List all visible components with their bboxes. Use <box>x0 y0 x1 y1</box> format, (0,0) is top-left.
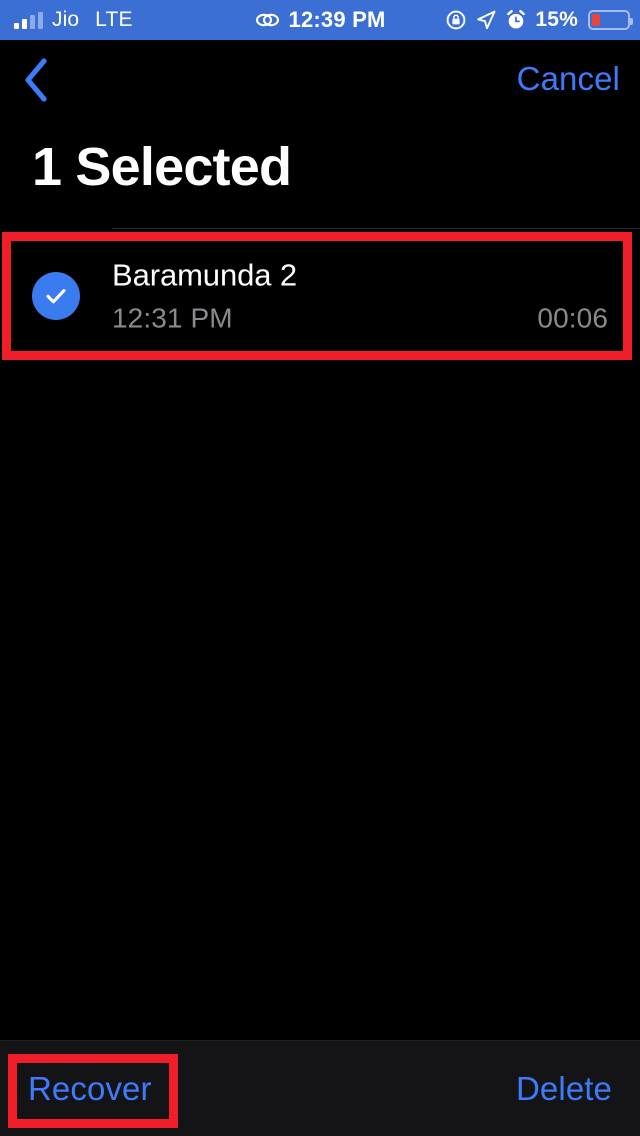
cancel-button[interactable]: Cancel <box>517 60 620 98</box>
memo-list: Baramunda 2 12:31 PM 00:06 <box>0 228 640 1040</box>
recover-button[interactable]: Recover <box>28 1070 152 1108</box>
location-arrow-icon <box>475 9 497 31</box>
battery-icon <box>588 10 633 30</box>
carrier-label: Jio <box>52 8 80 31</box>
bottom-toolbar: Recover Delete <box>0 1040 640 1136</box>
list-item[interactable]: Baramunda 2 12:31 PM 00:06 <box>0 236 640 356</box>
network-type-label: LTE <box>95 8 133 31</box>
status-bar-right: 15% <box>445 8 633 32</box>
navigation-bar: Cancel <box>0 40 640 118</box>
rotation-lock-icon <box>445 9 467 31</box>
app-screen: Jio LTE 12:39 PM 15% Cancel 1 Selected B… <box>0 0 640 1136</box>
status-bar-center: 12:39 PM <box>255 7 386 33</box>
memo-title: Baramunda 2 <box>112 257 298 293</box>
status-bar-time: 12:39 PM <box>288 7 386 32</box>
delete-button[interactable]: Delete <box>516 1070 612 1108</box>
signal-bars-icon <box>14 11 43 29</box>
status-bar: Jio LTE 12:39 PM 15% <box>0 0 640 40</box>
memo-duration: 00:06 <box>537 302 608 334</box>
back-button[interactable] <box>8 54 64 110</box>
list-separator <box>112 228 640 229</box>
checkmark-circle-icon[interactable] <box>32 272 80 320</box>
battery-percent-label: 15% <box>535 8 578 31</box>
status-bar-left: Jio LTE <box>14 8 133 32</box>
chevron-left-icon <box>22 57 50 108</box>
memo-meta: 12:31 PM 00:06 <box>112 302 608 334</box>
memo-text-block: Baramunda 2 12:31 PM 00:06 <box>112 258 608 335</box>
page-title: 1 Selected <box>32 137 292 197</box>
memo-time: 12:31 PM <box>112 302 233 334</box>
alarm-clock-icon <box>505 9 527 31</box>
link-icon <box>255 10 281 30</box>
